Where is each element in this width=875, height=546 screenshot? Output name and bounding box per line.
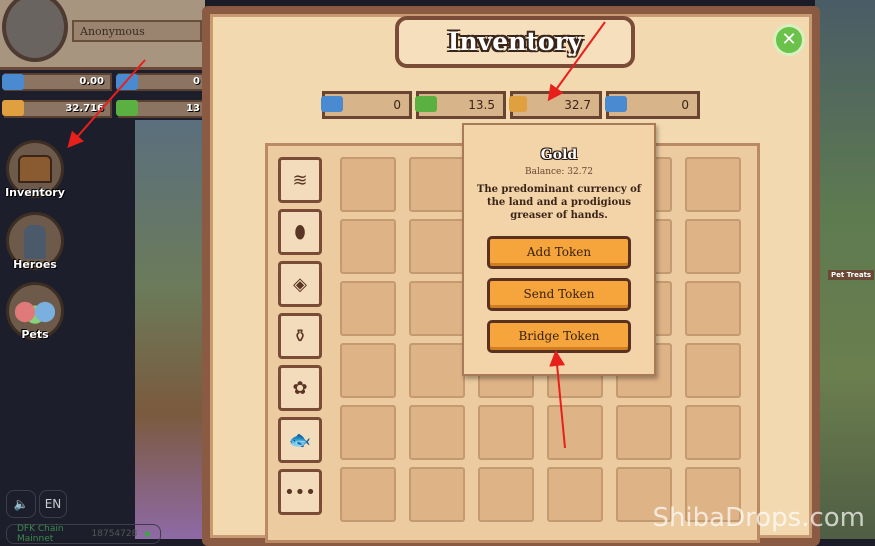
watermark: ShibaDrops.com — [652, 503, 865, 533]
annotation-arrows — [67, 21, 606, 449]
arrow-to-gold — [547, 21, 606, 102]
arrow-to-inventory — [67, 59, 146, 148]
arrow-to-bridge — [549, 350, 566, 449]
